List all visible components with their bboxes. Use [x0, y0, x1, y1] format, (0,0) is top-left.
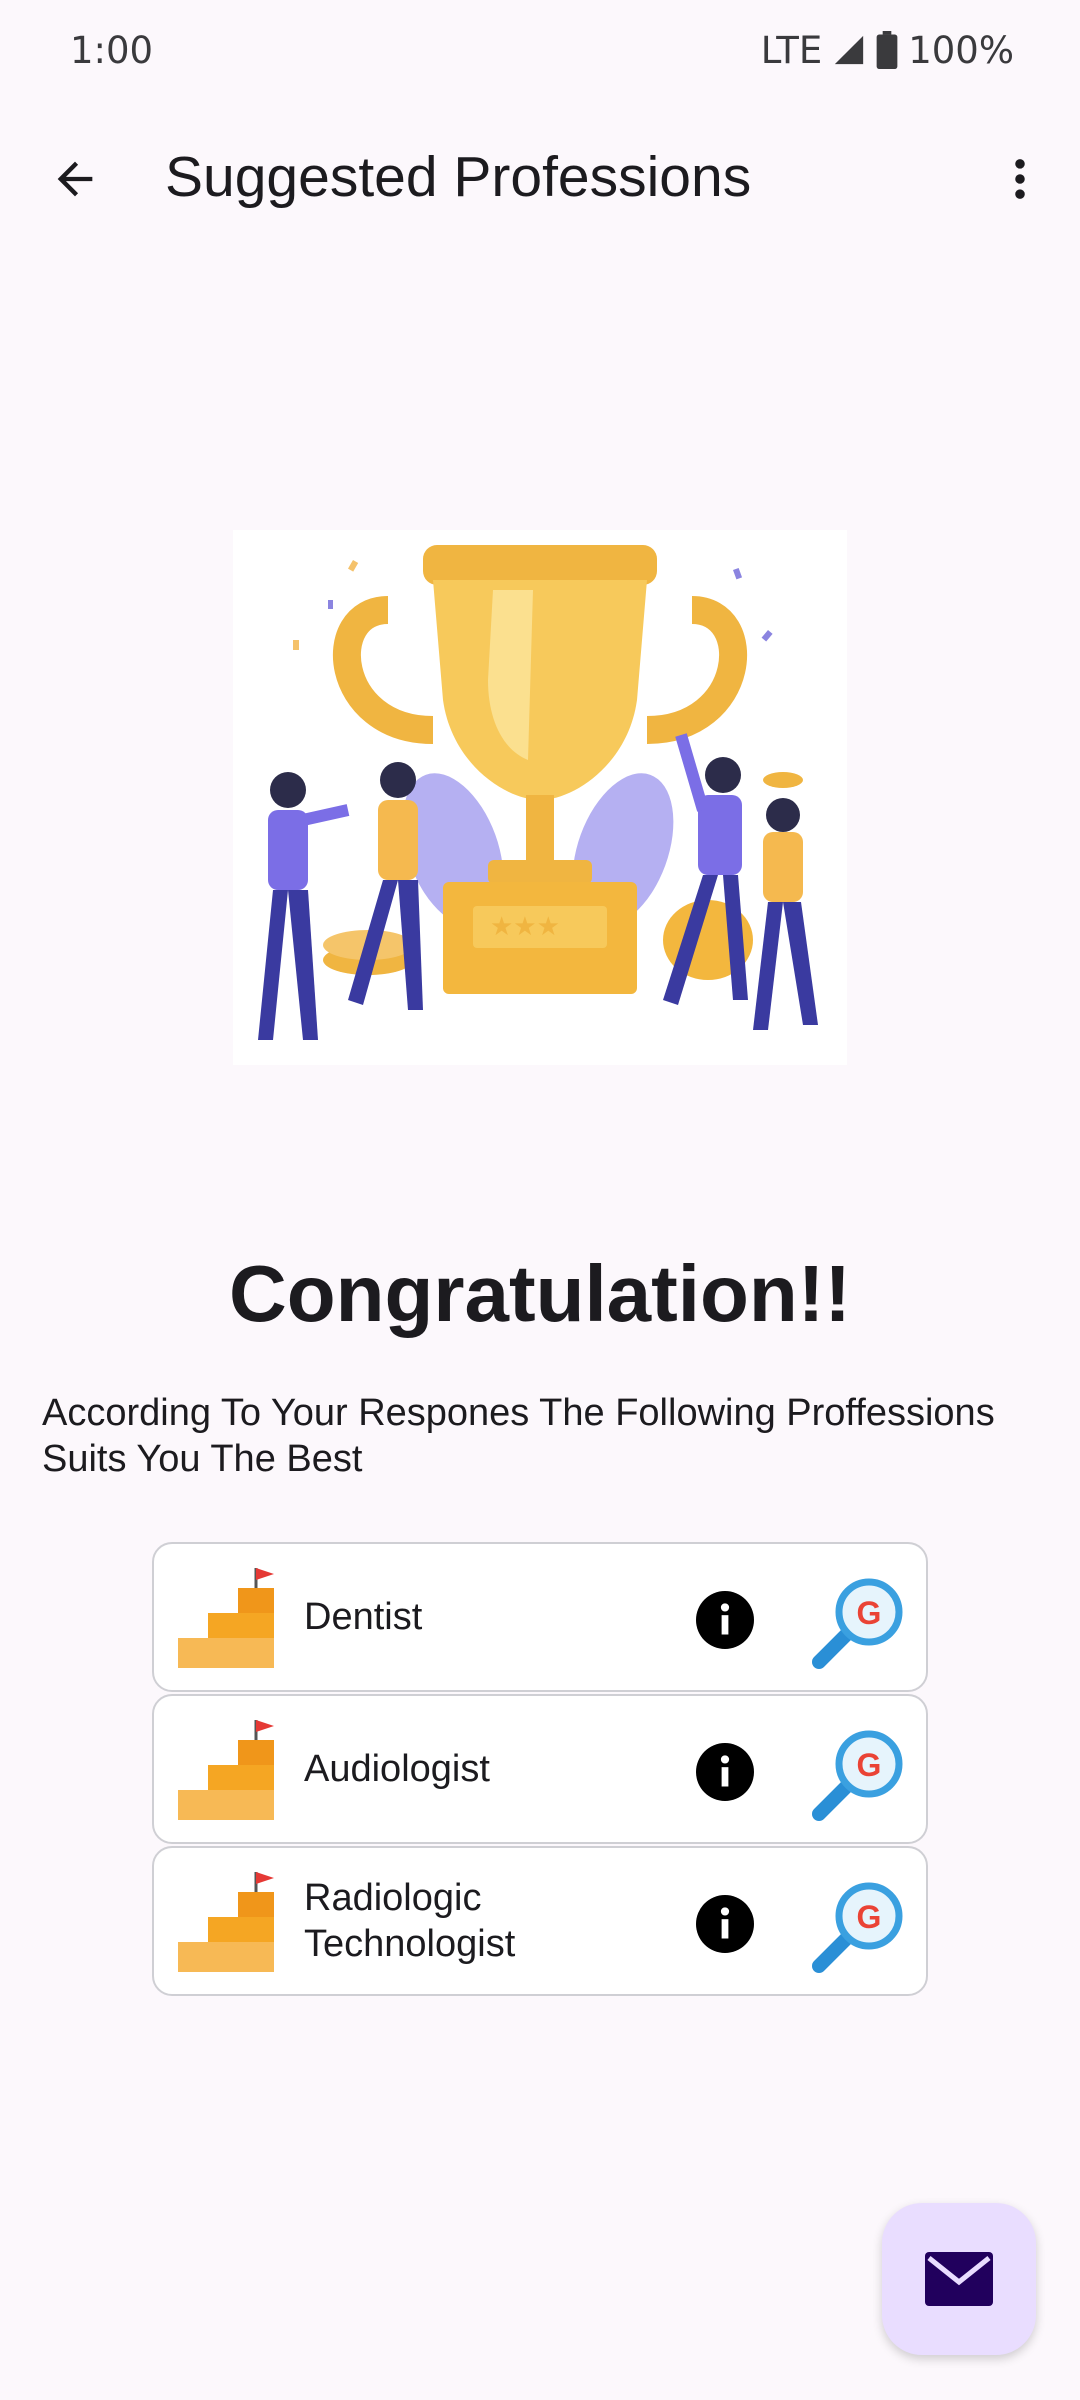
page-title: Suggested Professions	[165, 145, 752, 209]
network-label: LTE	[760, 28, 823, 72]
congratulation-heading: Congratulation!!	[228, 1249, 852, 1338]
career-stairs-icon	[178, 1568, 274, 1668]
battery-icon	[876, 31, 898, 69]
career-stairs-icon	[178, 1872, 274, 1972]
career-stairs-icon	[178, 1720, 274, 1820]
list-item[interactable]: Radiologic Technologist G	[152, 1846, 928, 1996]
signal-icon	[835, 35, 864, 65]
svg-text:★★★: ★★★	[490, 912, 560, 942]
trophy-illustration: ★★★	[233, 530, 847, 1065]
status-time: 1:00	[70, 28, 154, 72]
info-icon[interactable]	[696, 1591, 754, 1649]
arrow-back-icon	[57, 161, 93, 197]
profession-name: Audiologist	[304, 1748, 490, 1790]
profession-name: Dentist	[304, 1596, 423, 1638]
mail-icon	[925, 2252, 993, 2306]
google-search-icon[interactable]: G	[809, 1876, 909, 1976]
email-fab-button[interactable]	[882, 2203, 1036, 2355]
list-item[interactable]: Audiologist G	[152, 1694, 928, 1844]
info-icon[interactable]	[696, 1743, 754, 1801]
more-vert-icon	[1015, 159, 1025, 199]
more-options-button[interactable]	[985, 144, 1055, 214]
svg-text:G: G	[857, 1747, 882, 1783]
professions-list: Dentist G Audiologist G Radiologic Techn…	[152, 1542, 928, 1998]
list-item[interactable]: Dentist G	[152, 1542, 928, 1692]
result-description: According To Your Respones The Following…	[42, 1392, 995, 1480]
back-button[interactable]	[40, 144, 110, 214]
status-icons: LTE 100%	[761, 29, 1014, 72]
profession-name: Radiologic Technologist	[304, 1877, 516, 1965]
top-app-bar: Suggested Professions	[0, 120, 1080, 236]
svg-text:G: G	[857, 1899, 882, 1935]
google-search-icon[interactable]: G	[809, 1572, 909, 1672]
info-icon[interactable]	[696, 1895, 754, 1953]
status-bar: 1:00 LTE 100%	[0, 0, 1080, 100]
battery-label: 100%	[908, 28, 1014, 72]
google-search-icon[interactable]: G	[809, 1724, 909, 1824]
svg-text:G: G	[857, 1595, 882, 1631]
